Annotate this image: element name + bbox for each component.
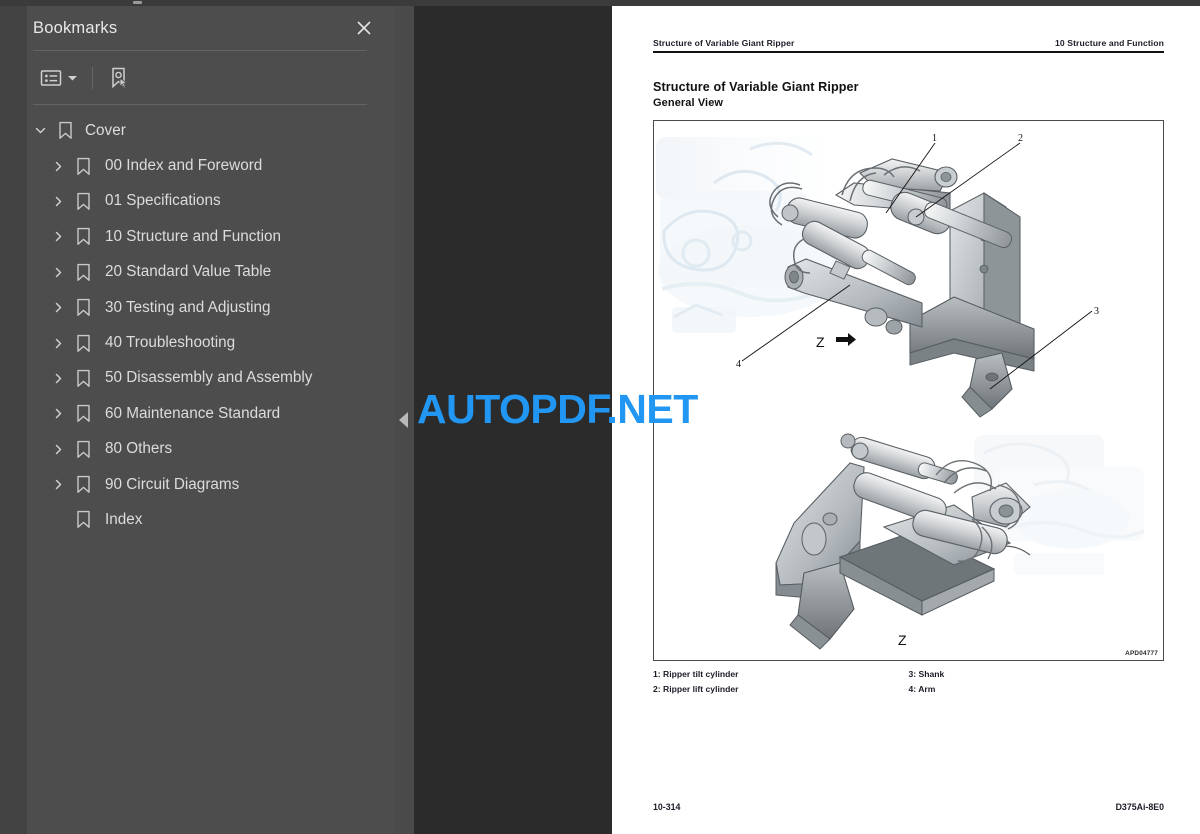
sidebar-splitter[interactable]: [395, 0, 414, 834]
callout-1: 1: [932, 133, 937, 144]
legend-item-3: 3: Shank: [908, 668, 945, 679]
callout-4: 4: [736, 359, 741, 370]
legend-row: 2: Ripper lift cylinder 4: Arm: [653, 682, 1164, 698]
running-header: Structure of Variable Giant Ripper 10 St…: [653, 6, 1164, 48]
legend-item-2: 2: Ripper lift cylinder: [653, 684, 739, 695]
chevron-right-icon[interactable]: [45, 372, 71, 385]
window-grabber-nub: [133, 1, 142, 4]
bookmark-item-label: 80 Others: [105, 440, 173, 458]
bookmark-item[interactable]: 30 Testing and Adjusting: [27, 290, 395, 325]
bookmark-tree: Cover 00 Index and Foreword 01 Specificati…: [27, 105, 395, 538]
bookmark-icon: [71, 475, 95, 494]
pdf-reader-window: Bookmarks Cover 00 Index and Foreword 01…: [0, 0, 1200, 834]
running-header-rule: [653, 51, 1164, 53]
view-marker-z-top: Z: [816, 334, 825, 350]
figure-reference-code: APD04777: [1125, 649, 1158, 657]
bookmark-icon: [71, 369, 95, 388]
legend-row: 1: Ripper tilt cylinder 3: Shank: [653, 667, 1164, 683]
bookmark-item-label: 50 Disassembly and Assembly: [105, 369, 313, 387]
bookmark-item-label: 10 Structure and Function: [105, 227, 282, 245]
bookmark-item[interactable]: 80 Others: [27, 432, 395, 467]
bookmarks-toolbar: [27, 51, 395, 104]
bookmark-item-label: 01 Specifications: [105, 192, 221, 210]
bookmark-icon: [53, 121, 77, 140]
bookmark-icon: [71, 440, 95, 459]
callout-2: 2: [1018, 133, 1023, 144]
bookmark-item[interactable]: 01 Specifications: [27, 184, 395, 219]
bookmarks-panel-title: Bookmarks: [33, 18, 118, 37]
chevron-right-icon[interactable]: [45, 443, 71, 456]
figure-top-view: 1 2 3 4 Z: [654, 120, 1163, 423]
bookmark-item[interactable]: Index: [27, 502, 395, 537]
legend-item-1: 1: Ripper tilt cylinder: [653, 668, 739, 679]
ripper-assembly-isometric-drawing: 1 2 3 4 Z: [654, 120, 1163, 423]
figure-bottom-view: Z: [654, 422, 1163, 660]
chevron-right-icon[interactable]: [45, 160, 71, 173]
bookmark-item[interactable]: 50 Disassembly and Assembly: [27, 361, 395, 396]
bookmark-item-label: 90 Circuit Diagrams: [105, 475, 240, 493]
bookmarks-panel-header: Bookmarks: [27, 6, 395, 50]
chevron-right-icon[interactable]: [45, 478, 71, 491]
document-code: D375Ai-8E0: [1115, 802, 1164, 812]
chevron-right-icon[interactable]: [45, 266, 71, 279]
bookmark-item[interactable]: Cover: [27, 113, 395, 148]
legend-item-4: 4: Arm: [908, 684, 936, 695]
toolbar-separator: [92, 66, 93, 89]
bookmark-icon: [71, 192, 95, 211]
chevron-right-icon[interactable]: [45, 407, 71, 420]
bookmark-icon: [71, 298, 95, 317]
bookmark-item-label: 00 Index and Foreword: [105, 157, 263, 175]
bookmark-item-label: 30 Testing and Adjusting: [105, 298, 271, 316]
pdf-page[interactable]: Structure of Variable Giant Ripper 10 St…: [612, 6, 1200, 834]
bookmark-icon: [71, 510, 95, 529]
view-marker-z-bottom: Z: [898, 632, 907, 648]
bookmark-item-label: Cover: [85, 121, 126, 139]
page-subtitle: General View: [653, 97, 724, 110]
page-title: Structure of Variable Giant Ripper: [653, 79, 859, 94]
bookmark-item[interactable]: 00 Index and Foreword: [27, 148, 395, 183]
page-number: 10-314: [653, 802, 681, 812]
bookmark-item[interactable]: 20 Standard Value Table: [27, 255, 395, 290]
bookmark-pointer-icon[interactable]: [101, 63, 137, 93]
bookmark-item-label: 20 Standard Value Table: [105, 263, 272, 281]
document-viewer: Structure of Variable Giant Ripper 10 St…: [414, 0, 1200, 834]
running-header-right: 10 Structure and Function: [1055, 38, 1164, 48]
chevron-down-icon[interactable]: [27, 124, 53, 137]
chevron-right-icon[interactable]: [45, 337, 71, 350]
chevron-down-icon[interactable]: [67, 63, 78, 93]
bookmark-item-label: 40 Troubleshooting: [105, 334, 236, 352]
ripper-assembly-rear-drawing: Z: [654, 422, 1163, 660]
figure-frame: 1 2 3 4 Z Z APD04777: [653, 119, 1164, 661]
bookmark-item[interactable]: 10 Structure and Function: [27, 219, 395, 254]
chevron-right-icon[interactable]: [45, 195, 71, 208]
chevron-right-icon[interactable]: [45, 230, 71, 243]
bookmarks-sidebar: Bookmarks Cover 00 Index and Foreword 01…: [0, 0, 395, 834]
chevron-right-icon[interactable]: [45, 301, 71, 314]
bookmark-item[interactable]: 40 Troubleshooting: [27, 325, 395, 360]
triangle-left-icon[interactable]: [399, 412, 408, 428]
sidebar-left-gutter: [0, 0, 27, 834]
bookmark-icon: [71, 334, 95, 353]
bookmark-item-label: Index: [105, 510, 143, 528]
callout-3: 3: [1094, 306, 1099, 317]
bookmark-icon: [71, 157, 95, 176]
bookmark-icon: [71, 227, 95, 246]
window-top-strip: [0, 0, 1200, 6]
page-footer: 10-314 D375Ai-8E0: [653, 802, 1164, 812]
close-icon[interactable]: [353, 17, 375, 39]
bookmark-icon: [71, 404, 95, 423]
bookmark-icon: [71, 263, 95, 282]
bookmark-item-label: 60 Maintenance Standard: [105, 404, 281, 422]
bookmark-item[interactable]: 90 Circuit Diagrams: [27, 467, 395, 502]
running-header-left: Structure of Variable Giant Ripper: [653, 38, 795, 48]
bookmark-item[interactable]: 60 Maintenance Standard: [27, 396, 395, 431]
list-options-icon[interactable]: [33, 63, 69, 93]
figure-legend: 1: Ripper tilt cylinder 3: Shank 2: Ripp…: [653, 667, 1164, 699]
